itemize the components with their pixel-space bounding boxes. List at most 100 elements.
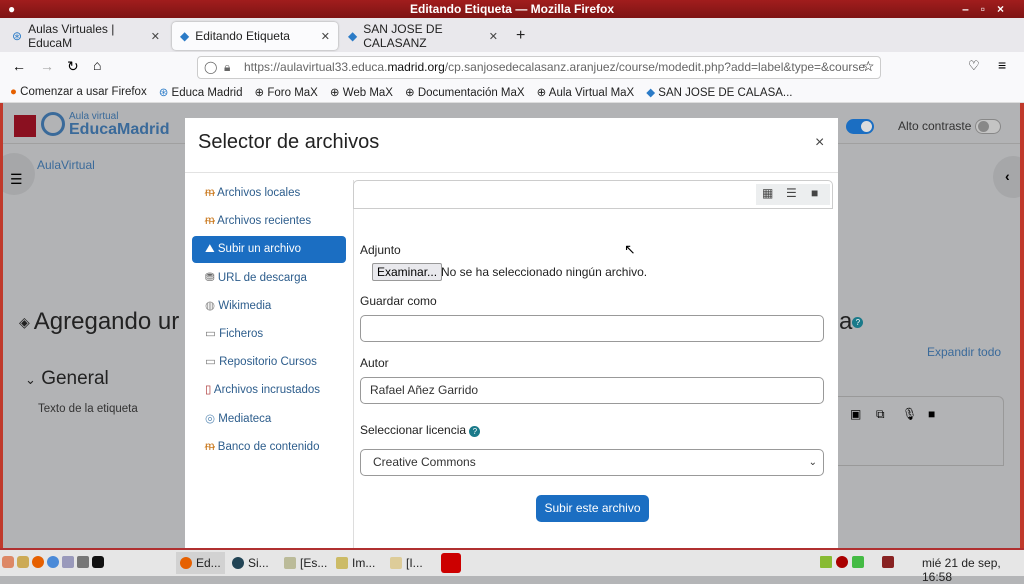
drawer-toggle-icon[interactable]: ☰ xyxy=(0,153,35,195)
menu-icon[interactable]: ≡ xyxy=(998,57,1006,73)
bookmark-san-jose[interactable]: ◆ SAN JOSE DE CALASA... xyxy=(646,85,792,99)
task-si[interactable]: Si... xyxy=(232,556,269,570)
shield-icon: ◯ xyxy=(204,60,218,74)
repo-label: Repositorio Cursos xyxy=(219,356,317,368)
heading-end-text: a xyxy=(839,308,853,335)
files-icon[interactable] xyxy=(62,556,74,568)
upload-file-button[interactable]: Subir este archivo xyxy=(536,495,649,522)
window-controls[interactable]: –▫× xyxy=(962,0,1016,18)
save-as-input[interactable] xyxy=(360,315,824,342)
repo-mediateca[interactable]: ◎ Mediateca xyxy=(192,406,346,433)
author-input[interactable]: Rafael Añez Garrido xyxy=(360,377,824,404)
mediateca-icon: ◎ xyxy=(205,413,216,425)
forward-icon[interactable]: → xyxy=(40,58,54,74)
home-icon[interactable]: ⌂ xyxy=(93,57,101,73)
clock[interactable]: mié 21 de sep, 16:58 xyxy=(922,556,1024,584)
help-icon[interactable]: ? xyxy=(469,426,481,437)
apps-icon[interactable] xyxy=(2,556,14,568)
close-tab-icon[interactable]: ✕ xyxy=(489,30,498,43)
no-file-text: No se ha seleccionado ningún archivo. xyxy=(441,265,648,279)
video-icon[interactable]: ■ xyxy=(928,407,935,421)
wikimedia-icon: ◍ xyxy=(205,300,216,312)
repo-archivos-locales[interactable]: ᵯ Archivos locales xyxy=(192,180,346,207)
repo-archivos-incrustados[interactable]: ▯ Archivos incrustados xyxy=(192,377,346,404)
copy-icon[interactable]: ⧉ xyxy=(876,407,885,422)
microphone-icon[interactable]: 🎙︎ xyxy=(902,407,917,421)
tab-label: SAN JOSE DE CALASANZ xyxy=(363,22,443,50)
firefox-icon[interactable] xyxy=(32,556,44,568)
editor-icon[interactable] xyxy=(17,556,29,568)
task-i[interactable]: [I... xyxy=(390,556,423,570)
back-icon[interactable]: ← xyxy=(12,58,26,74)
folder-icon: ▭ xyxy=(205,328,216,340)
tab-aulas-virtuales[interactable]: ⊛ Aulas Virtuales | EducaM ✕ xyxy=(4,22,168,50)
battery-icon[interactable] xyxy=(852,556,864,568)
chrome-icon[interactable] xyxy=(47,556,59,568)
volume-icon[interactable] xyxy=(882,556,894,568)
network-icon[interactable] xyxy=(820,556,832,568)
toggle-switch-on[interactable] xyxy=(846,119,874,134)
browse-button[interactable]: Examinar... xyxy=(372,263,443,281)
repo-archivos-recientes[interactable]: ᵯ Archivos recientes xyxy=(192,208,346,235)
repo-wikimedia[interactable]: ◍ Wikimedia xyxy=(192,293,346,320)
url-bar[interactable]: ◯ 🔒︎ https://aulavirtual33.educa.madrid.or… xyxy=(197,56,881,79)
bookmark-documentacion-max[interactable]: ⊕ Documentación MaX xyxy=(405,85,525,99)
repo-ficheros[interactable]: ▭ Ficheros xyxy=(192,321,346,348)
tab-editando-etiqueta[interactable]: ◆ Editando Etiqueta ✕ xyxy=(172,22,338,50)
repo-label: URL de descarga xyxy=(217,272,307,284)
task-im[interactable]: Im... xyxy=(336,556,375,570)
repo-subir-archivo[interactable]: ⛰ Subir un archivo xyxy=(192,236,346,263)
firefox-icon xyxy=(180,557,192,569)
task-label: [I... xyxy=(406,556,423,570)
license-value: Creative Commons xyxy=(373,455,476,469)
view-toolbar: ▦ ☰ ■ xyxy=(353,180,833,209)
terminal-icon[interactable] xyxy=(92,556,104,568)
section-general[interactable]: ⌄ General xyxy=(25,368,109,390)
license-label-text: Seleccionar licencia xyxy=(360,423,467,437)
close-tab-icon[interactable]: ✕ xyxy=(151,30,160,43)
bookmark-aula-virtual-max[interactable]: ⊕ Aula Virtual MaX xyxy=(537,85,635,99)
record-icon[interactable] xyxy=(836,556,848,568)
power-button[interactable] xyxy=(441,553,461,573)
section-title: General xyxy=(41,368,109,389)
bookmark-label: Foro MaX xyxy=(267,87,318,99)
download-icon: ⛃ xyxy=(205,272,215,284)
bookmark-firefox[interactable]: ● Comenzar a usar Firefox xyxy=(10,86,147,98)
high-contrast-toggle[interactable] xyxy=(975,119,1001,134)
help-icon[interactable]: ? xyxy=(852,317,864,329)
bookmark-label: Aula Virtual MaX xyxy=(548,87,635,99)
bookmark-foro-max[interactable]: ⊕ Foro MaX xyxy=(255,85,318,99)
task-label: Im... xyxy=(352,556,376,570)
screenshot-icon[interactable] xyxy=(77,556,89,568)
close-tab-icon[interactable]: ✕ xyxy=(321,30,330,43)
dialog-title: Selector de archivos xyxy=(198,131,380,153)
new-tab-button[interactable]: + xyxy=(508,22,533,50)
moodle-icon: ◆ xyxy=(348,29,358,43)
image-icon[interactable]: ▣ xyxy=(850,407,861,421)
list-view-icon[interactable]: ☰ xyxy=(786,186,797,200)
grid-view-icon[interactable]: ▦ xyxy=(762,186,773,200)
bookmark-star-icon[interactable]: ☆ xyxy=(862,58,875,75)
repo-url-descarga[interactable]: ⛃ URL de descarga xyxy=(192,265,346,292)
folder-view-icon[interactable]: ■ xyxy=(811,186,818,200)
launchers xyxy=(2,556,104,568)
tag-icon: ◈ xyxy=(19,313,30,330)
task-es[interactable]: [Es... xyxy=(284,556,327,570)
repo-banco-contenido[interactable]: ᵯ Banco de contenido xyxy=(192,434,346,461)
task-firefox[interactable]: Ed... xyxy=(176,552,225,574)
app-icon xyxy=(232,557,244,569)
close-button[interactable]: × xyxy=(815,134,824,152)
repo-repositorio-cursos[interactable]: ▭ Repositorio Cursos xyxy=(192,349,346,376)
page-heading: ◈ Agregando ur xyxy=(19,308,179,336)
heading-text: Agregando ur xyxy=(33,308,180,335)
tab-san-jose[interactable]: ◆ SAN JOSE DE CALASANZ ✕ xyxy=(340,22,506,50)
license-select[interactable]: Creative Commons ⌄ xyxy=(360,449,824,476)
breadcrumb[interactable]: AulaVirtual xyxy=(37,158,95,172)
bookmark-web-max[interactable]: ⊕ Web MaX xyxy=(330,85,393,99)
pocket-icon[interactable]: ♡ xyxy=(968,58,980,74)
tab-label: Aulas Virtuales | EducaM xyxy=(28,22,115,50)
bookmark-educa-madrid[interactable]: ⊛ Educa Madrid xyxy=(159,85,243,99)
tray xyxy=(820,556,894,568)
expand-all-link[interactable]: Expandir todo xyxy=(927,345,1001,359)
reload-icon[interactable]: ↻ xyxy=(67,58,79,75)
